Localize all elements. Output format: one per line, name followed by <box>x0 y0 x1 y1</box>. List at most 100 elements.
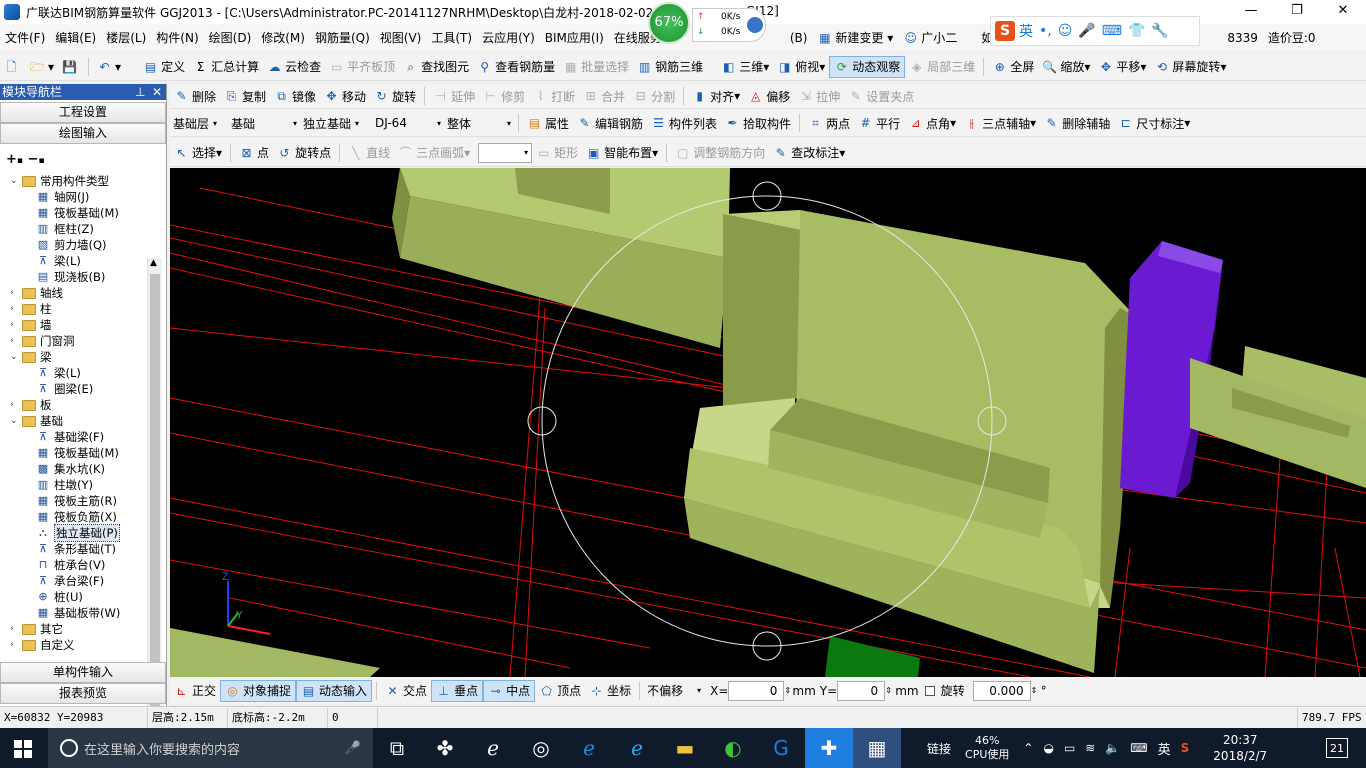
three-point-aux-button[interactable]: ⫲ 三点辅轴 ▾ <box>960 112 1040 134</box>
emoji-icon[interactable]: ☺ <box>1058 23 1073 39</box>
tree-folder[interactable]: › 墙 <box>10 317 52 333</box>
copy-button[interactable]: ⎘ 复制 <box>220 85 270 107</box>
wrench-icon[interactable]: 🔧 <box>1151 23 1168 39</box>
offset-mode-select[interactable]: 不偏移 ▾ <box>644 681 704 701</box>
start-icon[interactable] <box>14 740 32 758</box>
tree-item[interactable]: ▩ 集水坑(K) <box>36 461 105 477</box>
top-view-button[interactable]: ◨ 俯视 ▾ <box>773 56 829 78</box>
green-block[interactable] <box>825 636 920 677</box>
mic-icon[interactable]: 🎤 <box>345 741 361 756</box>
memory-ball[interactable]: 67% <box>648 2 690 44</box>
ime-lang[interactable]: 英 <box>1019 21 1033 41</box>
task-view-icon[interactable]: ⧉ <box>373 728 421 768</box>
stretch-button[interactable]: ⇲ 拉伸 <box>794 85 844 107</box>
collapse-icon[interactable]: ⌄ <box>10 413 19 429</box>
close-button[interactable]: ✕ <box>1320 0 1366 24</box>
360-icon[interactable]: ◐ <box>709 728 757 768</box>
bottom-left-beam[interactable] <box>170 628 380 677</box>
expand-icon[interactable]: › <box>10 333 19 349</box>
nav-close-icon[interactable]: ✕ <box>152 84 162 100</box>
clock[interactable]: 20:37 2018/2/7 <box>1213 732 1267 764</box>
tree-item[interactable]: ⊼ 圈梁(E) <box>36 381 93 397</box>
vertex-snap-button[interactable]: ⬠ 顶点 <box>535 680 585 702</box>
tree-item[interactable]: ▤ 现浇板(B) <box>36 269 106 285</box>
tree-item[interactable]: ▦ 轴网(J) <box>36 189 90 205</box>
taskbar-search[interactable]: 在这里输入你要搜索的内容 🎤 <box>48 728 373 768</box>
rotate-button[interactable]: ↻ 旋转 <box>370 85 420 107</box>
glodon-active-icon[interactable]: ▦ <box>853 728 901 768</box>
batch-select-button[interactable]: ▦ 批量选择 <box>559 56 633 78</box>
dimension-button[interactable]: ⊏ 尺寸标注 ▾ <box>1114 112 1194 134</box>
collapse-icon[interactable]: ⌄ <box>10 349 19 365</box>
new-change-button[interactable]: ▦ 新建变更 ▾ <box>812 29 898 46</box>
3d-viewport[interactable]: Z Y <box>170 168 1366 677</box>
tree-item[interactable]: ⛬ 独立基础(P) <box>36 524 120 542</box>
volume-icon[interactable]: 🔈 <box>1105 741 1120 755</box>
tree-item[interactable]: ⊓ 桩承台(V) <box>36 557 106 573</box>
screen-rotate-button[interactable]: ⟲ 屏幕旋转 ▾ <box>1150 56 1230 78</box>
x-spin-icon[interactable]: ⇕ <box>784 686 792 695</box>
mic-icon[interactable]: 🎤 <box>1078 23 1095 39</box>
tree-item[interactable]: ⊼ 条形基础(T) <box>36 541 116 557</box>
menu-component[interactable]: 构件(N) <box>151 29 203 46</box>
find-element-button[interactable]: ⌕ 查找图元 <box>399 56 473 78</box>
tree-item[interactable]: ▦ 筏板基础(M) <box>36 205 119 221</box>
component-select[interactable]: 独立基础 ▾ <box>300 113 372 133</box>
chrome-icon[interactable]: ◎ <box>517 728 565 768</box>
zoom-button[interactable]: 🔍 缩放 ▾ <box>1038 56 1094 78</box>
delete-aux-button[interactable]: ✎ 删除辅轴 <box>1040 112 1114 134</box>
beans-count[interactable]: 造价豆:0 <box>1263 29 1321 46</box>
fullscreen-button[interactable]: ⊕ 全屏 <box>988 56 1038 78</box>
smart-layout-button[interactable]: ▣ 智能布置 ▾ <box>582 142 662 164</box>
tree-item[interactable]: ⊼ 梁(L) <box>36 365 81 381</box>
expand-icon[interactable]: › <box>10 317 19 333</box>
accelerate-icon[interactable] <box>747 17 763 33</box>
tree-folder[interactable]: › 门窗洞 <box>10 333 75 349</box>
tray-expand-icon[interactable]: ⌃ <box>1023 741 1033 755</box>
local-3d-button[interactable]: ◈ 局部三维 <box>905 56 979 78</box>
tree-item[interactable]: ▥ 框柱(Z) <box>36 221 94 237</box>
tree-folder[interactable]: › 其它 <box>10 621 63 637</box>
component-list-button[interactable]: ☰ 构件列表 <box>647 112 721 134</box>
edit-rebar-button[interactable]: ✎ 编辑钢筋 <box>573 112 647 134</box>
set-grip-button[interactable]: ✎ 设置夹点 <box>844 85 918 107</box>
rotate-spin-icon[interactable]: ⇕ <box>1031 686 1041 695</box>
check-label-button[interactable]: ✎ 查改标注 ▾ <box>769 142 849 164</box>
tree-folder[interactable]: ⌄ 基础 <box>10 413 63 429</box>
menu-b[interactable]: (B) <box>785 31 813 45</box>
x-input[interactable]: 0 <box>728 680 785 701</box>
two-points-button[interactable]: ⌗ 两点 <box>804 112 854 134</box>
select-button[interactable]: ↖ 选择 ▾ <box>170 142 226 164</box>
right-beam[interactable] <box>1190 346 1366 488</box>
edge-blue-icon[interactable]: ℯ <box>565 728 613 768</box>
coordinate-snap-button[interactable]: ⊹ 坐标 <box>585 680 635 702</box>
edge-icon[interactable]: ℯ <box>469 728 517 768</box>
scene-svg[interactable]: Z Y <box>170 168 1366 677</box>
point-button[interactable]: ⊠ 点 <box>235 142 273 164</box>
menu-tools[interactable]: 工具(T) <box>426 29 477 46</box>
line-button[interactable]: ╲ 直线 <box>344 142 394 164</box>
whole-select[interactable]: 整体 ▾ <box>444 113 514 133</box>
ortho-button[interactable]: ⊾ 正交 <box>170 680 220 702</box>
tree-folder[interactable]: ⌄ 梁 <box>10 349 52 365</box>
view-rebar-button[interactable]: ⚲ 查看钢筋量 <box>473 56 559 78</box>
break-button[interactable]: ⌇ 打断 <box>529 85 579 107</box>
keyboard-tray-icon[interactable]: ⌨ <box>1130 741 1147 755</box>
merge-button[interactable]: ⊞ 合并 <box>579 85 629 107</box>
tree-folder[interactable]: › 板 <box>10 397 52 413</box>
object-snap-button[interactable]: ◎ 对象捕捉 <box>220 679 297 702</box>
menu-draw[interactable]: 绘图(D) <box>204 29 257 46</box>
fan-app-icon[interactable]: ✤ <box>421 728 469 768</box>
expand-icon[interactable]: › <box>10 397 19 413</box>
rectangle-button[interactable]: ▭ 矩形 <box>532 142 582 164</box>
menu-bim[interactable]: BIM应用(I) <box>540 29 609 46</box>
tree-folder[interactable]: › 柱 <box>10 301 52 317</box>
three-point-arc-button[interactable]: ⌒ 三点画弧 ▾ <box>394 142 474 164</box>
point-angle-button[interactable]: ⊿ 点角 ▾ <box>904 112 960 134</box>
expand-icon[interactable]: › <box>10 637 19 653</box>
move-button[interactable]: ✥ 移动 <box>320 85 370 107</box>
menu-view[interactable]: 视图(V) <box>375 29 427 46</box>
glodon-tool-icon[interactable]: ✚ <box>805 728 853 768</box>
pan-button[interactable]: ✥ 平移 ▾ <box>1094 56 1150 78</box>
ime-toolbar[interactable]: S 英 •, ☺ 🎤 ⌨ 👕 🔧 <box>990 16 1200 46</box>
